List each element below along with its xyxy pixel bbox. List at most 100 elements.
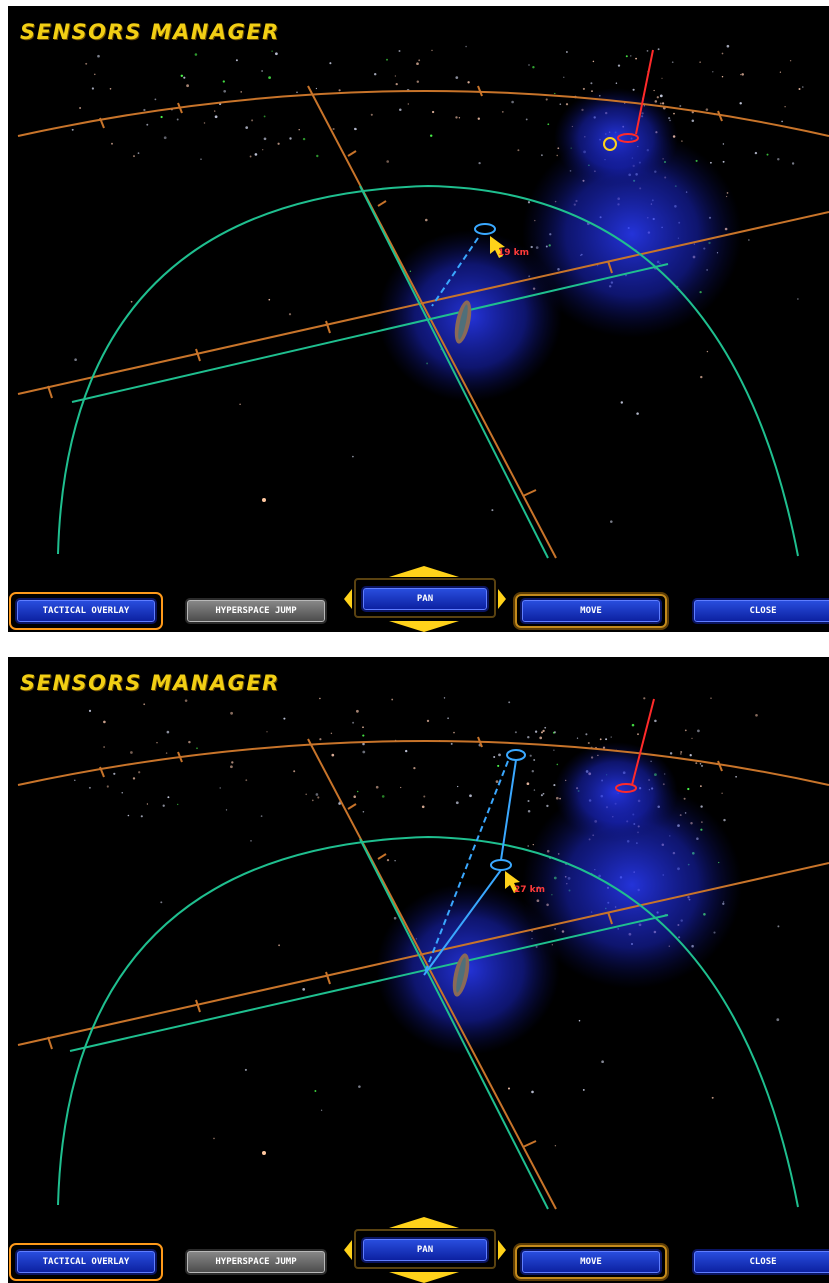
move-button[interactable]: MOVE (520, 598, 662, 624)
sensor-map[interactable] (8, 657, 829, 1283)
star-dot (79, 107, 82, 109)
star-dot (423, 795, 426, 798)
star-dot (539, 736, 543, 740)
star-dot (566, 51, 568, 53)
star-dot (356, 790, 359, 793)
star-dot (527, 799, 530, 803)
star-dot (559, 103, 562, 105)
star-dot (610, 736, 612, 738)
star-dot (305, 793, 308, 796)
star-dot (554, 92, 556, 95)
star-dot (587, 741, 590, 745)
star-dot (465, 45, 467, 48)
star-dot (592, 60, 595, 63)
close-button[interactable]: CLOSE (692, 1249, 829, 1275)
tactical-overlay-button[interactable]: TACTICAL OVERLAY (15, 1249, 157, 1275)
hyperspace-jump-button[interactable]: HYPERSPACE JUMP (185, 1249, 327, 1275)
star-dot (533, 789, 536, 791)
star-dot (654, 719, 657, 723)
pan-left-arrow-icon[interactable] (344, 589, 352, 609)
star-dot (416, 80, 420, 83)
star-dot (447, 717, 449, 720)
star-dot (386, 58, 388, 61)
hyperspace-jump-button[interactable]: HYPERSPACE JUMP (185, 598, 327, 624)
star-dot (797, 298, 799, 300)
star-dot (394, 75, 397, 77)
star-dot (277, 142, 280, 145)
star-dot (477, 117, 480, 120)
star-dot (353, 795, 356, 798)
waypoint-ring-icon[interactable] (506, 749, 526, 761)
star-dot (553, 731, 557, 734)
star-dot (646, 50, 649, 52)
star-dot (699, 763, 702, 765)
star-dot (298, 129, 300, 131)
star-dot (111, 142, 113, 145)
star-dot (289, 137, 292, 140)
star-dot (739, 102, 742, 105)
star-dot (293, 770, 296, 773)
star-dot (296, 91, 298, 94)
star-dot (527, 810, 531, 813)
star-dot (563, 76, 565, 78)
star-dot (542, 792, 545, 795)
star-dot (721, 52, 724, 55)
star-dot (643, 697, 646, 700)
pan-up-arrow-icon[interactable] (389, 566, 459, 577)
star-dot (266, 731, 268, 733)
sensor-map[interactable] (8, 6, 829, 632)
pan-up-arrow-icon[interactable] (389, 1217, 459, 1228)
star-dot (507, 1087, 511, 1090)
close-button[interactable]: CLOSE (692, 598, 829, 624)
pan-right-arrow-icon[interactable] (498, 1240, 506, 1260)
star-dot (635, 57, 637, 60)
star-dot (398, 50, 401, 52)
star-dot (194, 53, 198, 56)
waypoint-ring-icon[interactable] (490, 859, 512, 871)
star-dot (754, 151, 758, 155)
pan-down-arrow-icon[interactable] (389, 621, 459, 632)
star-dot (691, 119, 695, 122)
star-dot (631, 723, 635, 727)
page-title: SENSORS MANAGER (20, 20, 280, 44)
star-dot (373, 72, 377, 76)
star-dot (455, 76, 459, 79)
star-dot (395, 82, 398, 86)
star-dot (140, 815, 143, 818)
star-dot (352, 721, 355, 724)
star-dot (802, 86, 804, 88)
star-dot (777, 157, 780, 161)
pan-left-arrow-icon[interactable] (344, 1240, 352, 1260)
star-dot (671, 61, 674, 64)
star-dot (705, 108, 709, 111)
pan-button[interactable]: PAN (361, 1237, 489, 1263)
star-dot (315, 793, 319, 796)
star-dot (400, 786, 402, 789)
star-dot (478, 161, 481, 165)
star-dot (160, 901, 163, 904)
star-dot (288, 313, 292, 316)
pan-right-arrow-icon[interactable] (498, 589, 506, 609)
star-dot (689, 754, 692, 757)
tactical-overlay-button[interactable]: TACTICAL OVERLAY (15, 598, 157, 624)
star-dot (196, 747, 198, 750)
star-dot (540, 794, 543, 797)
star-dot (528, 64, 530, 66)
grid-arc-orange (17, 740, 829, 786)
star-dot (582, 87, 585, 90)
star-dot (687, 787, 690, 791)
star-dot (511, 100, 514, 104)
star-dot (249, 155, 252, 158)
star-dot (239, 403, 241, 405)
star-dot (329, 62, 332, 65)
star-dot (789, 60, 792, 62)
star-dot (542, 729, 545, 733)
pan-button[interactable]: PAN (361, 586, 489, 612)
star-dot (165, 752, 168, 754)
star-dot (362, 742, 365, 746)
star-dot (697, 729, 700, 733)
star-dot (103, 720, 106, 724)
star-dot (700, 785, 702, 787)
move-button[interactable]: MOVE (520, 1249, 662, 1275)
star-dot (576, 737, 579, 739)
